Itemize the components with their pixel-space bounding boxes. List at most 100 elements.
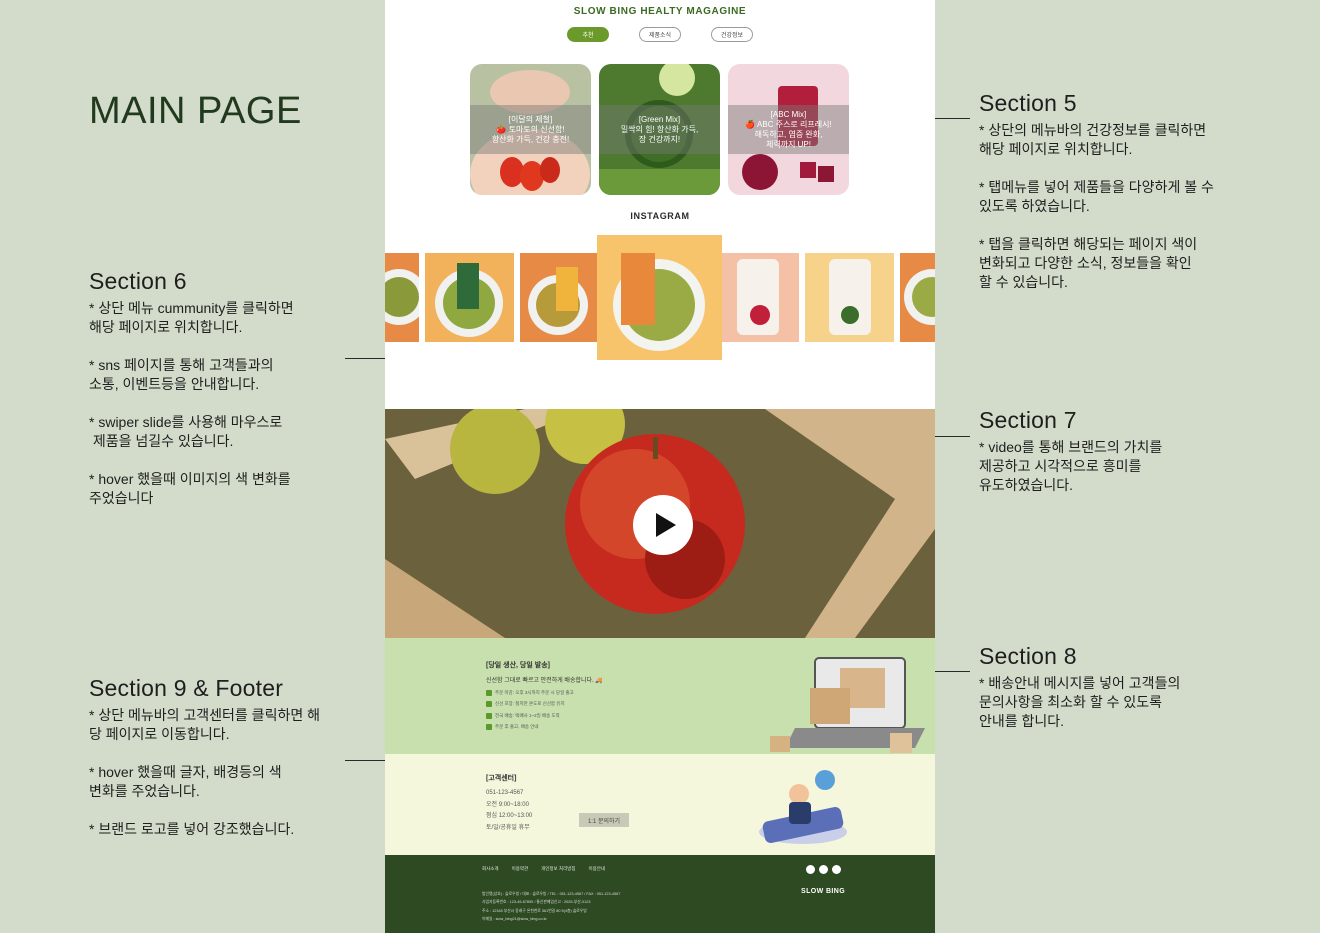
lunch-hours: 점심 12:00~13:00: [486, 813, 533, 820]
customer-center-section: [고객센터] 051-123-4567 오전 9:00~18:00 점심 12:…: [385, 754, 935, 855]
annotation-line: 유도하였습니다.: [979, 477, 1074, 493]
annotation-line: * 상단의 메뉴바의 건강정보를 클릭하면: [979, 122, 1207, 138]
annotation-spacer: [979, 216, 1214, 235]
tab-product-news[interactable]: 제품소식: [639, 27, 681, 42]
check-icon: [486, 701, 492, 708]
footer-link-terms[interactable]: 이용약관: [512, 866, 529, 872]
annotation-section-8: Section 8 * 배송안내 메시지를 넣어 고객들의문의사항을 최소화 할…: [979, 643, 1180, 731]
facebook-icon[interactable]: [806, 865, 815, 874]
annotation-line: 변화를 주었습니다.: [89, 783, 200, 799]
annotation-spacer: [979, 159, 1214, 178]
annotation-line: 주었습니다: [89, 490, 154, 506]
shipping-section: [당일 생산, 당일 발송] 신선함 그대로 빠르고 안전하게 배송합니다. 🚚…: [385, 638, 935, 754]
instagram-slide[interactable]: [722, 253, 799, 342]
instagram-slide-active[interactable]: [597, 235, 722, 360]
annotation-title: Section 7: [979, 407, 1077, 433]
annotation-body: * 상단 메뉴 cummunity를 클릭하면해당 페이지로 위치합니다. * s…: [89, 299, 294, 508]
card-caption: [ABC Mix] 🍎 ABC 주스로 리프레시! 해독하고, 염증 완화, 체…: [728, 105, 849, 154]
company-info: 법인명(상호) : 슬로우빙 / 대표 : 슬로우빙 / TEL : 051-1…: [482, 892, 621, 922]
card-green-mix[interactable]: [Green Mix] 밀싹의 힘! 항산화 가득, 장 건강까지!: [599, 64, 720, 195]
list-item-text: 신선 포장: 철저한 온도로 신선함 유지: [495, 701, 565, 707]
annotation-line: * 상단 메뉴바의 고객센터를 클릭하면 해: [89, 707, 320, 723]
annotation-line: 해당 페이지로 위치합니다.: [979, 141, 1133, 157]
annotation-section-7: Section 7 * video를 통해 브랜드의 가치를 제공하고 시각적으로…: [979, 407, 1162, 495]
annotation-line: 문의사항을 최소화 할 수 있도록: [979, 694, 1162, 710]
annotation-line: 당 페이지로 이동합니다.: [89, 726, 230, 742]
annotation-line: 할 수 있습니다.: [979, 274, 1068, 290]
annotation-title: Section 5: [979, 90, 1077, 116]
annotation-line: 해당 페이지로 위치합니다.: [89, 319, 243, 335]
list-item: 주문 후 출고, 배송 안내: [486, 722, 574, 734]
shipping-title: [당일 생산, 당일 발송]: [486, 662, 550, 669]
customer-center-title: [고객센터]: [486, 775, 517, 782]
instagram-icon[interactable]: [819, 865, 828, 874]
annotation-spacer: [89, 744, 320, 763]
instagram-slide[interactable]: [425, 253, 514, 342]
annotation-body: * video를 통해 브랜드의 가치를 제공하고 시각적으로 흥미를 유도하였습니…: [979, 438, 1162, 495]
instagram-slide[interactable]: [385, 253, 419, 342]
footer-link-about[interactable]: 회사소개: [482, 866, 499, 872]
instagram-slider[interactable]: [385, 235, 935, 360]
annotation-line: * 상단 메뉴 cummunity를 클릭하면: [89, 300, 294, 316]
play-icon: [655, 513, 676, 537]
annotation-title: Section 8: [979, 643, 1077, 669]
support-agent-illustration: [759, 770, 847, 844]
annotation-body: * 배송안내 메시지를 넣어 고객들의문의사항을 최소화 할 수 있도록안내를 …: [979, 674, 1180, 731]
annotation-section-9: Section 9 & Footer * 상단 메뉴바의 고객센터를 클릭하면 …: [89, 675, 320, 839]
card-caption: [이달의 제철] 🍅 토마토의 신선함! 항산화 가득, 건강 충전!: [470, 105, 591, 154]
card-abc-mix[interactable]: [ABC Mix] 🍎 ABC 주스로 리프레시! 해독하고, 염증 완화, 체…: [728, 64, 849, 195]
footer-links: 회사소개 이용약관 개인정보 처리방침 이용안내: [482, 866, 605, 872]
annotation-line: * hover 했을때 글자, 배경등의 색: [89, 764, 282, 780]
phone-number: 051-123-4567: [486, 790, 524, 796]
footer-link-guide[interactable]: 이용안내: [589, 866, 606, 872]
annotation-line: 안내를 합니다.: [979, 713, 1065, 729]
youtube-icon[interactable]: [832, 865, 841, 874]
annotation-body: * 상단 메뉴바의 고객센터를 클릭하면 해당 페이지로 이동합니다. * hov…: [89, 706, 320, 839]
instagram-slide[interactable]: [520, 253, 597, 342]
annotation-line: 변화되고 다양한 소식, 정보들을 확인: [979, 255, 1192, 271]
shipping-subtitle: 신선함 그대로 빠르고 안전하게 배송합니다. 🚚: [486, 678, 603, 684]
sns-icons: [806, 865, 841, 874]
instagram-slide[interactable]: [805, 253, 894, 342]
instagram-slide[interactable]: [900, 253, 935, 342]
instagram-title: INSTAGRAM: [630, 211, 690, 221]
magazine-title: SLOW BING HEALTY MAGAGINE: [573, 6, 747, 17]
card-tomato[interactable]: [이달의 제철] 🍅 토마토의 신선함! 항산화 가득, 건강 충전!: [470, 64, 591, 195]
customer-center-info: 051-123-4567 오전 9:00~18:00 점심 12:00~13:0…: [486, 788, 532, 835]
annotation-line: 제공하고 시각적으로 흥미를: [979, 458, 1142, 474]
tab-recommend[interactable]: 추천: [567, 27, 609, 42]
annotation-body: * 상단의 메뉴바의 건강정보를 클릭하면해당 페이지로 위치합니다. * 탭메뉴…: [979, 121, 1214, 292]
annotation-title: Section 6: [89, 268, 187, 294]
annotation-line: 있도록 하였습니다.: [979, 198, 1090, 214]
play-button[interactable]: [633, 495, 693, 555]
list-item: 주문 마감: 오후 3시까지 주문 시 당일 출고: [486, 687, 574, 699]
brand-logo[interactable]: SLOW BING: [801, 888, 845, 895]
check-icon: [486, 724, 492, 731]
list-item: 전국 배송: 택배사 1~2일 배송 도착: [486, 710, 574, 722]
list-item-text: 주문 후 출고, 배송 안내: [495, 724, 539, 730]
annotation-line: * 탭메뉴를 넣어 제품들을 다양하게 볼 수: [979, 179, 1214, 195]
brand-video[interactable]: [385, 409, 935, 638]
tab-health-info[interactable]: 건강정보: [711, 27, 753, 42]
annotation-line: * sns 페이지를 통해 고객들과의: [89, 357, 274, 373]
annotation-spacer: [89, 337, 294, 356]
annotation-section-6: Section 6 * 상단 메뉴 cummunity를 클릭하면해당 페이지로…: [89, 268, 294, 508]
annotation-line: * 탭을 클릭하면 해당되는 페이지 색이: [979, 236, 1198, 252]
list-item-text: 전국 배송: 택배사 1~2일 배송 도착: [495, 712, 560, 718]
annotation-line: 소통, 이벤트등을 안내합니다.: [89, 376, 260, 392]
annotation-section-5: Section 5 * 상단의 메뉴바의 건강정보를 클릭하면해당 페이지로 위…: [979, 90, 1214, 292]
annotation-line: * 배송안내 메시지를 넣어 고객들의: [979, 675, 1181, 691]
footer-link-privacy[interactable]: 개인정보 처리방침: [541, 866, 575, 872]
holiday-note: 토/일/공휴일 휴무: [486, 825, 530, 832]
card-caption: [Green Mix] 밀싹의 힘! 항산화 가득, 장 건강까지!: [599, 105, 720, 154]
magazine-tabs: 추천 제품소식 건강정보: [385, 27, 935, 42]
inquiry-button[interactable]: 1:1 문의하기: [579, 813, 629, 827]
annotation-spacer: [89, 801, 320, 820]
laptop-box-illustration: [770, 657, 925, 753]
check-icon: [486, 689, 492, 696]
list-item-text: 주문 마감: 오후 3시까지 주문 시 당일 출고: [495, 689, 574, 695]
annotation-line: * 브랜드 로고를 넣어 강조했습니다.: [89, 821, 295, 837]
annotation-line: 제품을 넘길수 있습니다.: [89, 433, 234, 449]
annotation-line: * swiper slide를 사용해 마우스로: [89, 414, 283, 430]
website-mockup: SLOW BING HEALTY MAGAGINE 추천 제품소식 건강정보 […: [385, 0, 935, 933]
